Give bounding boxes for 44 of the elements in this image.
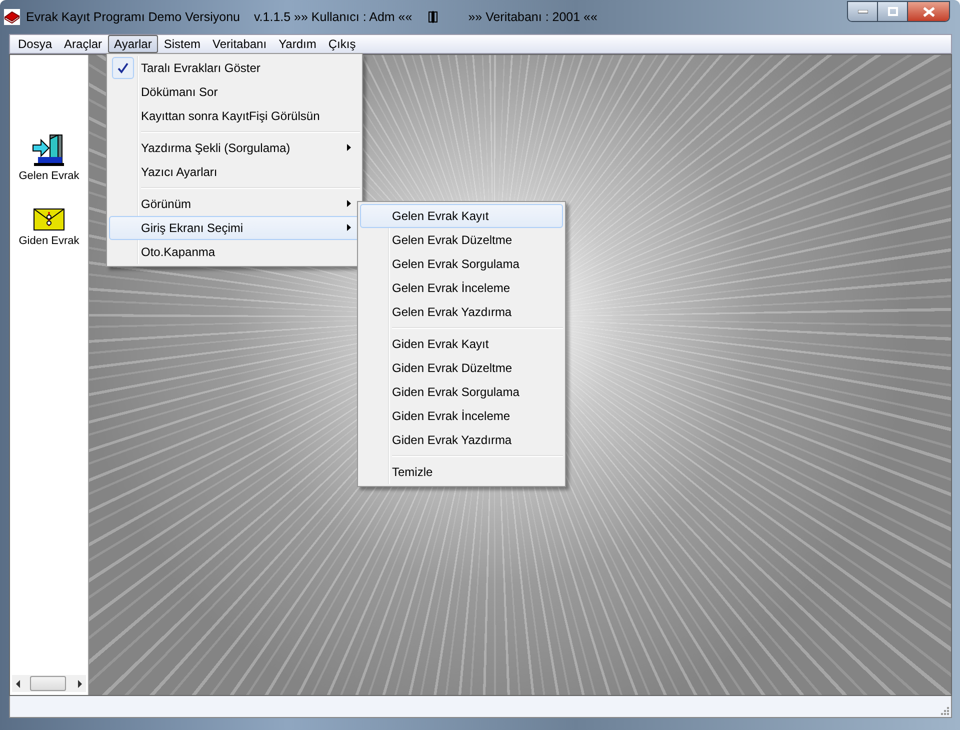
menu-item[interactable]: Gelen Evrak Kayıt xyxy=(360,204,563,228)
scrollbar-thumb[interactable] xyxy=(30,676,66,691)
minimize-icon xyxy=(858,10,868,14)
resize-grip-icon[interactable] xyxy=(939,705,949,715)
menu-item[interactable]: Kayıttan sonra KayıtFişi Görülsün xyxy=(109,104,360,128)
menu-item[interactable]: Yazdırma Şekli (Sorgulama) xyxy=(109,136,360,160)
menu-item[interactable]: Giden Evrak Düzeltme xyxy=(360,356,563,380)
window-title: Evrak Kayıt Programı Demo Versiyonu xyxy=(26,10,240,24)
menu-bar-item[interactable]: Araçlar xyxy=(58,35,108,53)
version-user-text: v.1.1.5 »» Kullanıcı : Adm «« xyxy=(254,10,412,24)
menu-item[interactable]: Giden Evrak Kayıt xyxy=(360,332,563,356)
close-icon xyxy=(922,6,934,16)
menu-item[interactable]: Gelen Evrak Sorgulama xyxy=(360,252,563,276)
menu-item[interactable]: Temizle xyxy=(360,460,563,484)
menu-bar-item[interactable]: Sistem xyxy=(158,35,207,53)
sidebar-item-label[interactable]: Gelen Evrak xyxy=(18,170,80,182)
split-bars-icon xyxy=(428,11,438,23)
menu-item[interactable]: Giden Evrak Yazdırma xyxy=(360,428,563,452)
horizontal-scrollbar[interactable] xyxy=(12,675,86,692)
app-book-icon xyxy=(4,9,20,25)
menu-bar-item[interactable]: Veritabanı xyxy=(206,35,273,53)
door-arrow-icon[interactable] xyxy=(32,133,66,167)
menu-item[interactable]: Görünüm xyxy=(109,192,360,216)
menu-item[interactable]: Giriş Ekranı Seçimi xyxy=(109,216,360,240)
menu-item[interactable]: Gelen Evrak Yazdırma xyxy=(360,300,563,324)
sidebar-item-label[interactable]: Giden Evrak xyxy=(18,235,80,247)
menu-bar-item[interactable]: Çıkış xyxy=(322,35,362,53)
menu-bar-item[interactable]: Dosya xyxy=(12,35,58,53)
menu-item[interactable]: Gelen Evrak İnceleme xyxy=(360,276,563,300)
menu-item[interactable]: Yazıcı Ayarları xyxy=(109,160,360,184)
close-button[interactable] xyxy=(908,2,949,21)
database-text: »» Veritabanı : 2001 «« xyxy=(468,10,598,24)
menu-bar-item[interactable]: Ayarlar xyxy=(108,35,158,53)
menu-item[interactable]: Dökümanı Sor xyxy=(109,80,360,104)
menu-item[interactable]: Taralı Evrakları Göster xyxy=(109,56,360,80)
menu-item[interactable]: Giden Evrak Sorgulama xyxy=(360,380,563,404)
envelope-icon[interactable] xyxy=(33,208,65,232)
maximize-icon xyxy=(888,7,898,16)
minimize-button[interactable] xyxy=(848,2,878,21)
menu-item[interactable]: Giden Evrak İnceleme xyxy=(360,404,563,428)
menu-item[interactable]: Gelen Evrak Düzeltme xyxy=(360,228,563,252)
maximize-button[interactable] xyxy=(878,2,908,21)
menu-item[interactable]: Oto.Kapanma xyxy=(109,240,360,264)
menu-bar-item[interactable]: Yardım xyxy=(272,35,322,53)
